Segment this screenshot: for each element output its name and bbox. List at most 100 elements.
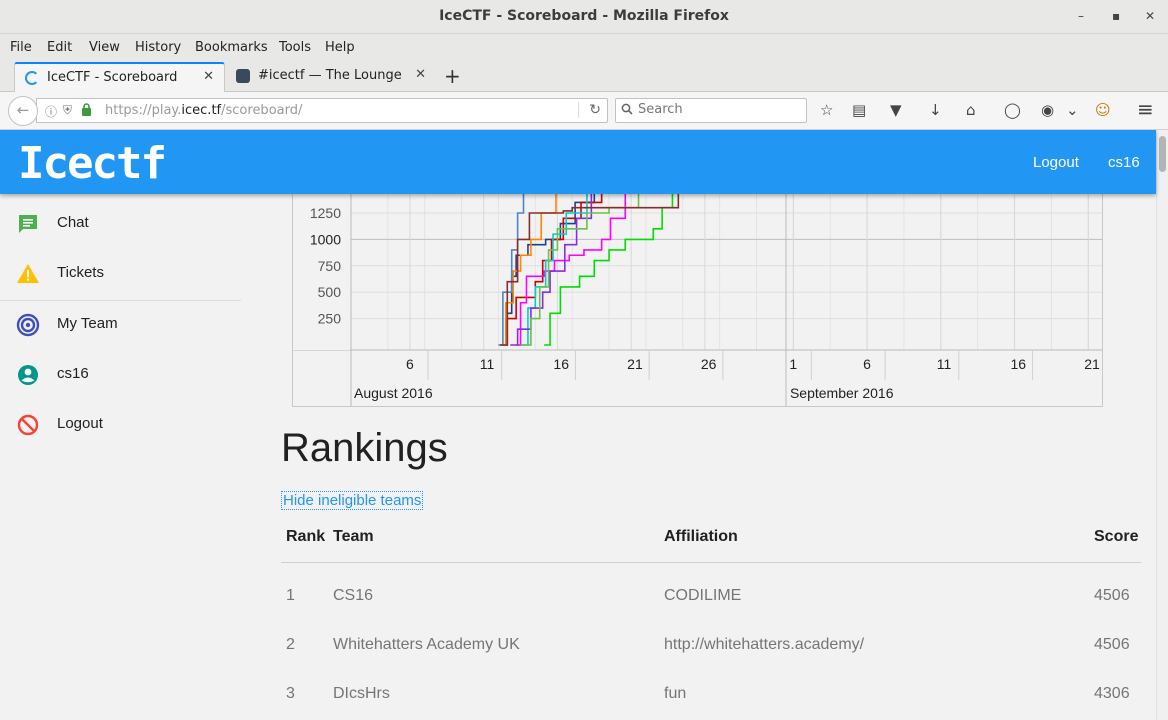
- sidebar-item-chat[interactable]: Chat: [0, 200, 241, 248]
- y-tick-label: 750: [318, 258, 342, 274]
- menu-help[interactable]: Help: [325, 40, 355, 55]
- shield-icon[interactable]: ⛨: [63, 103, 72, 118]
- menu-bookmarks[interactable]: Bookmarks: [195, 40, 268, 55]
- cell-team[interactable]: DIcsHrs: [333, 685, 390, 703]
- menu-history[interactable]: History: [135, 40, 181, 55]
- chat-bubble-icon[interactable]: ◯: [1004, 101, 1021, 119]
- menu-tools[interactable]: Tools: [279, 40, 311, 55]
- icectf-logo[interactable]: Icectf: [18, 138, 167, 189]
- cell-score: 4506: [1094, 587, 1130, 604]
- close-tab-icon[interactable]: ✕: [415, 67, 426, 82]
- column-header-rank[interactable]: Rank: [286, 528, 325, 546]
- back-button[interactable]: ←: [8, 96, 38, 126]
- search-icon: [621, 103, 633, 118]
- team-score-series: [499, 191, 680, 346]
- page-scrollbar[interactable]: [1156, 130, 1168, 720]
- y-tick-label: 250: [318, 311, 342, 327]
- tab-scoreboard[interactable]: IceCTF - Scoreboard ✕: [14, 62, 225, 92]
- lock-icon: [81, 103, 92, 119]
- chart-plot: 250500750100012506 11 16 21 26 1 6 11 16 21August…: [293, 187, 1102, 406]
- sidebar-item-tickets[interactable]: Tickets: [0, 250, 241, 298]
- app-header: Icectf Logout cs16: [0, 130, 1156, 194]
- sidebar-item-label: Chat: [57, 214, 89, 231]
- sidebar-item-cs16[interactable]: cs16: [0, 351, 241, 399]
- header-logout-link[interactable]: Logout: [1033, 154, 1079, 171]
- sidebar-item-logout[interactable]: Logout: [0, 401, 241, 449]
- x-tick-label: 6: [863, 356, 871, 372]
- cell-rank: 1: [286, 587, 295, 604]
- menu-view[interactable]: View: [89, 40, 120, 55]
- sidebar: Chat Tickets My Team cs16 Logout: [0, 194, 241, 720]
- team-score-series: [520, 191, 640, 346]
- minimize-button[interactable]: –: [1078, 9, 1084, 23]
- sidebar-item-label: cs16: [57, 365, 89, 382]
- x-tick-label: 16: [1011, 356, 1027, 372]
- downloads-icon[interactable]: ↓: [929, 101, 942, 119]
- mask-icon[interactable]: ◉: [1041, 101, 1054, 119]
- navigation-toolbar: ⓘ ⛨ https://play.icec.tf/scoreboard/ ↻ ←…: [0, 92, 1168, 130]
- rankings-title: Rankings: [281, 426, 448, 470]
- profile-avatar-icon[interactable]: ☺: [1095, 101, 1111, 119]
- reader-view-icon[interactable]: ▤: [852, 101, 866, 119]
- team-target-icon: [16, 313, 40, 337]
- bookmark-star-icon[interactable]: ☆: [820, 101, 833, 119]
- cell-rank: 2: [286, 636, 295, 653]
- scoreboard-chart: 250 500 750 1000 1250 6 11 16 21 26 1 6 11 16 21 August…: [292, 186, 1103, 407]
- x-tick-label: 11: [480, 356, 495, 372]
- y-tick-label: 1000: [310, 231, 341, 247]
- cell-score: 4506: [1094, 636, 1130, 653]
- chevron-down-icon[interactable]: ⌄: [1066, 101, 1079, 119]
- block-icon: [16, 413, 40, 437]
- sidebar-item-my-team[interactable]: My Team: [0, 301, 241, 349]
- cell-rank: 3: [286, 685, 295, 702]
- cell-score: 4306: [1094, 685, 1130, 702]
- info-icon[interactable]: ⓘ: [45, 103, 57, 120]
- cell-team[interactable]: CS16: [333, 587, 373, 605]
- menu-edit[interactable]: Edit: [47, 40, 72, 55]
- window-titlebar: IceCTF - Scoreboard - Mozilla Firefox – …: [0, 0, 1168, 34]
- cell-affiliation: CODILIME: [664, 587, 742, 604]
- lounge-favicon-icon: [236, 69, 250, 83]
- sidebar-item-label: Logout: [57, 415, 103, 432]
- search-input[interactable]: [638, 102, 798, 117]
- menu-bar: File Edit View History Bookmarks Tools H…: [0, 34, 1168, 60]
- page-viewport: Icectf Logout cs16 Chat Tickets My Team: [0, 130, 1168, 720]
- team-score-series: [498, 191, 525, 346]
- url-text[interactable]: https://play.icec.tf/scoreboard/: [105, 103, 302, 118]
- tab-lounge[interactable]: #icectf — The Lounge ✕: [226, 62, 436, 92]
- x-tick-label: 6: [406, 356, 414, 372]
- x-tick-label: 21: [1084, 356, 1100, 372]
- x-tick-label: 1: [789, 356, 797, 372]
- warning-icon: [16, 262, 40, 286]
- x-tick-label: 11: [937, 356, 952, 372]
- column-header-score[interactable]: Score: [1094, 528, 1138, 546]
- column-header-affiliation[interactable]: Affiliation: [664, 528, 738, 546]
- close-tab-icon[interactable]: ✕: [203, 69, 214, 84]
- reload-button[interactable]: ↻: [578, 102, 601, 118]
- home-icon[interactable]: ⌂: [966, 101, 976, 119]
- y-tick-label: 1250: [310, 205, 341, 221]
- cell-team[interactable]: Whitehatters Academy UK: [333, 636, 520, 654]
- window-title: IceCTF - Scoreboard - Mozilla Firefox: [439, 8, 729, 24]
- cell-affiliation: fun: [664, 685, 687, 702]
- account-circle-icon: [16, 363, 40, 387]
- hamburger-menu-icon[interactable]: ≡: [1137, 97, 1154, 121]
- maximize-button[interactable]: ▪: [1112, 9, 1120, 23]
- close-window-button[interactable]: ✕: [1145, 9, 1155, 23]
- chat-icon: [16, 212, 40, 236]
- hide-ineligible-teams-link[interactable]: Hide ineligible teams: [281, 491, 424, 510]
- table-row: 3 DIcsHrs fun 4306: [281, 669, 1141, 718]
- search-bar[interactable]: [615, 98, 807, 123]
- month-label: September 2016: [790, 385, 894, 401]
- menu-file[interactable]: File: [10, 40, 32, 55]
- table-row: 2 Whitehatters Academy UK http://whiteha…: [281, 620, 1141, 669]
- y-tick-label: 500: [318, 284, 342, 300]
- new-tab-button[interactable]: +: [444, 64, 461, 88]
- tab-label: #icectf — The Lounge: [258, 68, 402, 83]
- header-user-link[interactable]: cs16: [1108, 154, 1140, 171]
- url-bar[interactable]: ⓘ ⛨ https://play.icec.tf/scoreboard/ ↻: [36, 98, 608, 123]
- pocket-icon[interactable]: ▼: [890, 101, 902, 119]
- x-tick-label: 26: [701, 356, 717, 372]
- scrollbar-thumb[interactable]: [1159, 136, 1166, 172]
- column-header-team[interactable]: Team: [333, 528, 374, 546]
